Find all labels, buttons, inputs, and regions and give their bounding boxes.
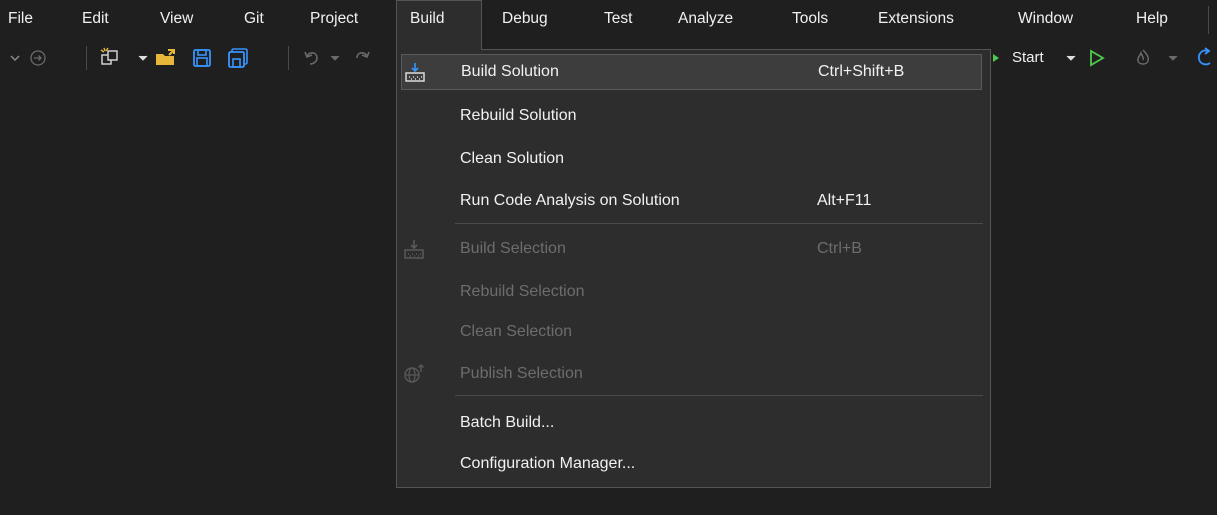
build-selection-label: Build Selection [460, 240, 566, 257]
start-debug-arrow-icon[interactable] [991, 38, 1001, 78]
menu-item-rebuild-selection[interactable]: Rebuild Selection [397, 274, 990, 310]
build-selection-shortcut: Ctrl+B [817, 240, 862, 257]
menu-item-configuration-manager[interactable]: Configuration Manager... [397, 446, 990, 482]
toolbar-divider [86, 46, 87, 70]
new-project-dropdown-icon[interactable] [136, 38, 150, 78]
menu-tools-label: Tools [792, 10, 829, 27]
menu-test-label: Test [604, 10, 633, 27]
nav-forward-icon[interactable] [26, 38, 50, 78]
menu-edit[interactable]: Edit [82, 0, 122, 38]
rebuild-solution-label: Rebuild Solution [460, 107, 577, 124]
menu-item-build-selection[interactable]: Build Selection Ctrl+B [397, 231, 990, 267]
menu-separator [455, 223, 983, 224]
menu-analyze-label: Analyze [678, 10, 734, 27]
menu-separator [455, 395, 983, 396]
build-menu-dropdown: Build Solution Ctrl+Shift+B Rebuild Solu… [396, 49, 991, 488]
clean-selection-label: Clean Selection [460, 323, 573, 340]
menu-view[interactable]: View [160, 0, 204, 38]
menu-analyze[interactable]: Analyze [678, 0, 758, 38]
rebuild-selection-label: Rebuild Selection [460, 283, 585, 300]
start-button[interactable]: Start [1012, 38, 1044, 78]
menu-window[interactable]: Window [1018, 0, 1088, 38]
menu-item-build-solution[interactable]: Build Solution Ctrl+Shift+B [401, 54, 982, 90]
menu-bar-divider [1208, 6, 1209, 34]
save-icon[interactable] [188, 38, 216, 78]
batch-build-label: Batch Build... [460, 414, 555, 431]
menu-tools[interactable]: Tools [792, 0, 842, 38]
publish-selection-label: Publish Selection [460, 365, 583, 382]
hot-reload-icon[interactable] [1130, 38, 1156, 78]
menu-help-label: Help [1136, 10, 1168, 27]
start-without-debug-icon[interactable] [1086, 38, 1108, 78]
undo-icon[interactable] [300, 38, 324, 78]
build-solution-label: Build Solution [461, 63, 559, 80]
publish-icon [403, 363, 425, 385]
ide-window: File Edit View Git Project Build Debug T… [0, 0, 1217, 515]
menu-item-clean-selection[interactable]: Clean Selection [397, 314, 990, 350]
nav-back-dropdown-icon[interactable] [8, 38, 22, 78]
menu-item-batch-build[interactable]: Batch Build... [397, 405, 990, 441]
hot-reload-dropdown-icon[interactable] [1166, 38, 1180, 78]
run-code-analysis-shortcut: Alt+F11 [817, 192, 872, 209]
menu-test[interactable]: Test [604, 0, 644, 38]
menu-file[interactable]: File [8, 0, 48, 38]
restart-icon[interactable] [1190, 38, 1217, 78]
menu-build[interactable]: Build [396, 0, 482, 50]
start-dropdown-icon[interactable] [1064, 38, 1078, 78]
menu-bar: File Edit View Git Project Build Debug T… [0, 0, 1217, 50]
redo-icon[interactable] [350, 38, 374, 78]
run-code-analysis-label: Run Code Analysis on Solution [460, 192, 680, 209]
menu-file-label: File [8, 10, 33, 27]
menu-git-label: Git [244, 10, 264, 27]
menu-edit-label: Edit [82, 10, 109, 27]
clean-solution-label: Clean Solution [460, 150, 565, 167]
menu-help[interactable]: Help [1136, 0, 1176, 38]
open-folder-icon[interactable] [152, 38, 180, 78]
build-icon [403, 238, 425, 260]
menu-debug-label: Debug [502, 10, 548, 27]
menu-window-label: Window [1018, 10, 1074, 27]
menu-item-publish-selection[interactable]: Publish Selection [397, 356, 990, 392]
save-all-icon[interactable] [224, 38, 252, 78]
undo-dropdown-icon[interactable] [328, 38, 342, 78]
menu-project-label: Project [310, 10, 359, 27]
menu-item-rebuild-solution[interactable]: Rebuild Solution [397, 98, 990, 134]
menu-extensions[interactable]: Extensions [878, 0, 982, 38]
menu-debug[interactable]: Debug [502, 0, 562, 38]
menu-build-label: Build [410, 10, 445, 27]
menu-item-run-code-analysis[interactable]: Run Code Analysis on Solution Alt+F11 [397, 183, 990, 219]
menu-project[interactable]: Project [310, 0, 376, 38]
new-project-icon[interactable] [96, 38, 124, 78]
menu-git[interactable]: Git [244, 0, 274, 38]
build-icon [404, 61, 426, 83]
menu-extensions-label: Extensions [878, 10, 954, 27]
build-solution-shortcut: Ctrl+Shift+B [818, 63, 905, 80]
menu-view-label: View [160, 10, 194, 27]
menu-item-clean-solution[interactable]: Clean Solution [397, 141, 990, 177]
toolbar-divider [288, 46, 289, 70]
configuration-manager-label: Configuration Manager... [460, 455, 636, 472]
